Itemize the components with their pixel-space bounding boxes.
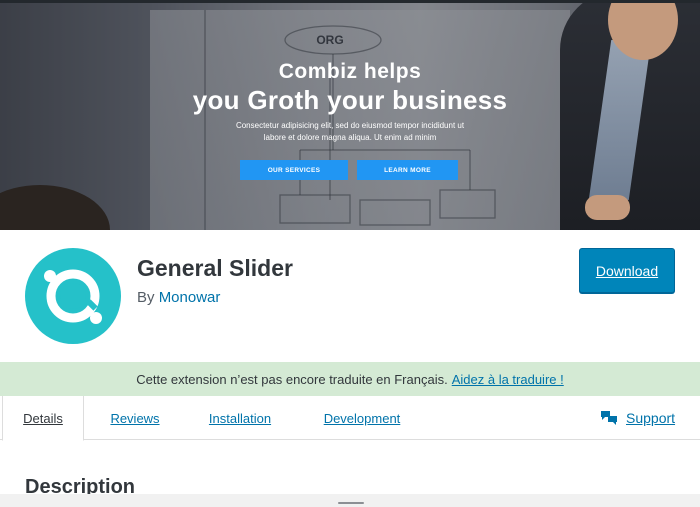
- banner-our-services-button: OUR SERVICES: [240, 160, 348, 180]
- plugin-author: By Monowar: [137, 289, 220, 306]
- tab-installation[interactable]: Installation: [200, 396, 280, 440]
- presenter-hand: [585, 195, 630, 220]
- plugin-header: General Slider By Monowar Download: [0, 230, 700, 362]
- support-label: Support: [626, 410, 676, 426]
- banner-title-line1: Combiz helps: [278, 60, 422, 83]
- tab-development[interactable]: Development: [310, 396, 414, 440]
- banner-title-line2: you Groth your business: [192, 85, 508, 115]
- notice-text: Cette extension n’est pas encore traduit…: [136, 371, 448, 387]
- banner-learn-more-button: LEARN MORE: [357, 160, 458, 180]
- tab-details[interactable]: Details: [2, 396, 84, 441]
- plugin-title: General Slider: [137, 255, 293, 281]
- translation-notice: Cette extension n’est pas encore traduit…: [0, 362, 700, 396]
- plugin-banner: ORG Combiz helps you Groth your business…: [0, 0, 700, 230]
- support-link[interactable]: Support: [600, 396, 675, 440]
- download-button[interactable]: Download: [579, 248, 675, 293]
- speech-bubbles-icon: [601, 411, 617, 425]
- plugin-icon: [25, 248, 121, 344]
- banner-top-border: [0, 0, 700, 3]
- tab-reviews[interactable]: Reviews: [100, 396, 170, 440]
- translate-link[interactable]: Aidez à la traduire !: [452, 372, 564, 387]
- slider-logo-icon: [44, 269, 102, 324]
- bottom-scroll-bar: [0, 494, 700, 507]
- author-link[interactable]: Monowar: [159, 289, 221, 306]
- plugin-tabs: Details Reviews Installation Development…: [0, 396, 700, 441]
- banner-subtitle-line2: labore et dolore magna aliqua. Ut enim a…: [263, 133, 437, 142]
- author-by-label: By: [137, 289, 155, 306]
- scroll-handle[interactable]: [338, 502, 364, 504]
- banner-subtitle: Consectetur adipisicing elit, sed do eiu…: [175, 120, 525, 144]
- banner-subtitle-line1: Consectetur adipisicing elit, sed do eiu…: [235, 121, 465, 130]
